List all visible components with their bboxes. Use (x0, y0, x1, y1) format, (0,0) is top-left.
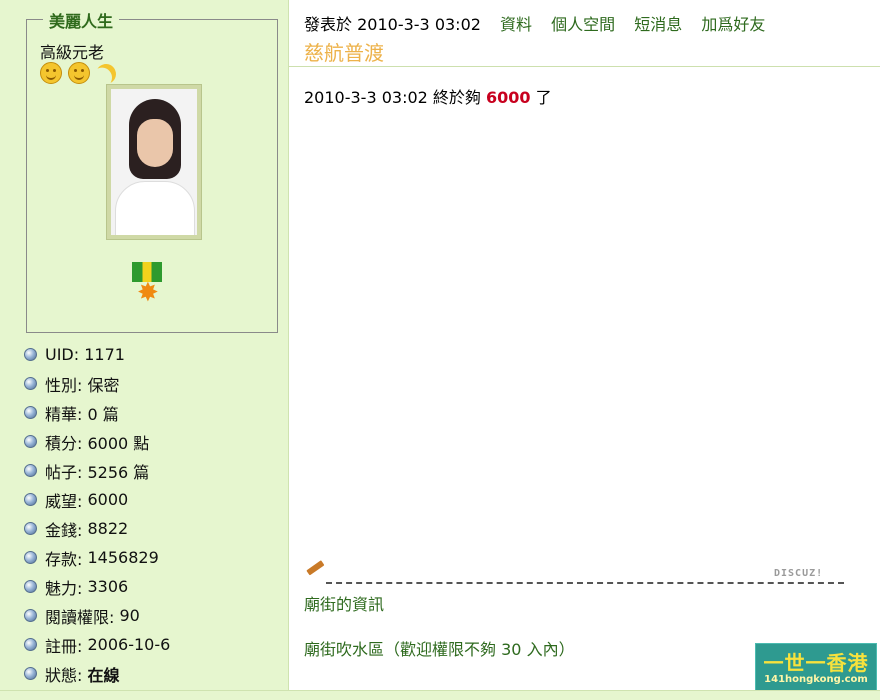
post-title: 慈航普渡 (304, 41, 384, 65)
stat-value: 90 (119, 606, 140, 625)
bullet-icon (24, 406, 37, 419)
bullet-icon (24, 377, 37, 390)
stat-value: 保密 (87, 375, 120, 395)
posted-label: 發表於 (304, 15, 353, 34)
bullet-icon (24, 493, 37, 506)
stat-label: 積分: (45, 433, 83, 453)
message-link[interactable]: 短消息 (634, 15, 682, 34)
sig-number: 30 (501, 640, 522, 659)
avatar-face (137, 119, 173, 167)
stat-value: 在線 (87, 665, 120, 685)
post-body-suffix: 了 (535, 88, 552, 107)
sig-text: 廟街吹水區（歡迎權限不夠 (304, 640, 497, 659)
signature-link-info[interactable]: 廟街的資訊 (304, 591, 384, 615)
moon-icon (93, 61, 119, 87)
stat-money: 金錢: 8822 (24, 514, 170, 543)
stat-label: 精華: (45, 404, 83, 424)
bullet-icon (24, 551, 37, 564)
stat-charm: 魅力: 3306 (24, 572, 170, 601)
post-highlight: 6000 (486, 88, 531, 107)
bullet-icon (24, 522, 37, 535)
stat-label: 註冊: (45, 636, 83, 656)
bullet-icon (24, 667, 37, 680)
bullet-icon (24, 580, 37, 593)
avatar-shirt (115, 181, 195, 235)
stat-value: 5256 篇 (87, 462, 150, 482)
discuz-brand: DISCUZ! (772, 568, 826, 579)
signature-divider: DISCUZ! (304, 560, 844, 586)
sun-icon (40, 62, 62, 84)
stat-label: 威望: (45, 491, 83, 511)
username-link[interactable]: 美麗人生 (43, 8, 120, 32)
stat-label: UID: (45, 345, 80, 364)
add-friend-link[interactable]: 加爲好友 (701, 15, 765, 34)
pencil-icon (306, 560, 325, 576)
stat-value: 0 篇 (87, 404, 119, 424)
stat-registered: 註冊: 2006-10-6 (24, 630, 170, 659)
stat-label: 閱讀權限: (45, 607, 115, 627)
stat-credits: 積分: 6000 點 (24, 427, 170, 456)
stat-read-permission: 閱讀權限: 90 (24, 601, 170, 630)
stat-value: 1456829 (87, 548, 159, 567)
watermark-url: 141hongkong.com (764, 674, 868, 685)
profile-link[interactable]: 資料 (500, 15, 532, 34)
post-meta: 發表於 2010-3-3 03:02 資料 個人空間 短消息 加爲好友 (304, 11, 765, 35)
stat-uid: UID: 1171 (24, 340, 170, 369)
rank-stars (40, 62, 116, 84)
signature-link-chat[interactable]: 廟街吹水區（歡迎權限不夠 30 入內） (304, 636, 575, 660)
post-body-text: 2010-3-3 03:02 終於夠 (304, 88, 481, 107)
stat-gender: 性別: 保密 (24, 369, 170, 398)
user-stats: UID: 1171 性別: 保密 精華: 0 篇 積分: 6000 點 帖子: … (24, 340, 170, 688)
stat-status: 狀態: 在線 (24, 659, 170, 688)
stat-deposit: 存款: 1456829 (24, 543, 170, 572)
stat-value: 6000 (87, 490, 129, 509)
stat-label: 存款: (45, 549, 83, 569)
watermark-title: 一世一香港 (763, 651, 869, 675)
medal-icon[interactable]: ✸ (132, 262, 162, 312)
post-header: 發表於 2010-3-3 03:02 資料 個人空間 短消息 加爲好友 慈航普渡 (289, 0, 880, 67)
stat-label: 魅力: (45, 578, 83, 598)
stat-value: 2006-10-6 (87, 635, 171, 654)
post-body: 2010-3-3 03:02 終於夠 6000 了 (304, 84, 552, 108)
bullet-icon (24, 464, 37, 477)
user-rank: 高級元老 (40, 43, 105, 62)
stat-value: 1171 (84, 345, 125, 364)
avatar-image (111, 89, 197, 235)
stat-label: 狀態: (45, 665, 83, 685)
sig-text-end: 入內） (526, 640, 575, 659)
stat-prestige: 威望: 6000 (24, 485, 170, 514)
post-datetime: 2010-3-3 03:02 (357, 15, 481, 34)
stat-digest: 精華: 0 篇 (24, 398, 170, 427)
stat-value: 3306 (87, 577, 129, 596)
stat-value: 6000 點 (87, 433, 150, 453)
bullet-icon (24, 609, 37, 622)
stat-posts: 帖子: 5256 篇 (24, 456, 170, 485)
bullet-icon (24, 435, 37, 448)
bullet-icon (24, 638, 37, 651)
avatar[interactable] (106, 84, 202, 240)
stat-value: 8822 (87, 519, 129, 538)
space-link[interactable]: 個人空間 (551, 15, 615, 34)
bullet-icon (24, 348, 37, 361)
sun-icon (67, 62, 90, 84)
stat-label: 性別: (45, 375, 83, 395)
site-watermark: 一世一香港 141hongkong.com (755, 643, 877, 693)
stat-label: 帖子: (45, 462, 83, 482)
dashed-line (326, 570, 844, 584)
stat-label: 金錢: (45, 520, 83, 540)
author-sidebar: 美麗人生 高級元老 ✸ UID: 1171 性別: 保密 精華: 0 篇 積分:… (0, 0, 289, 699)
